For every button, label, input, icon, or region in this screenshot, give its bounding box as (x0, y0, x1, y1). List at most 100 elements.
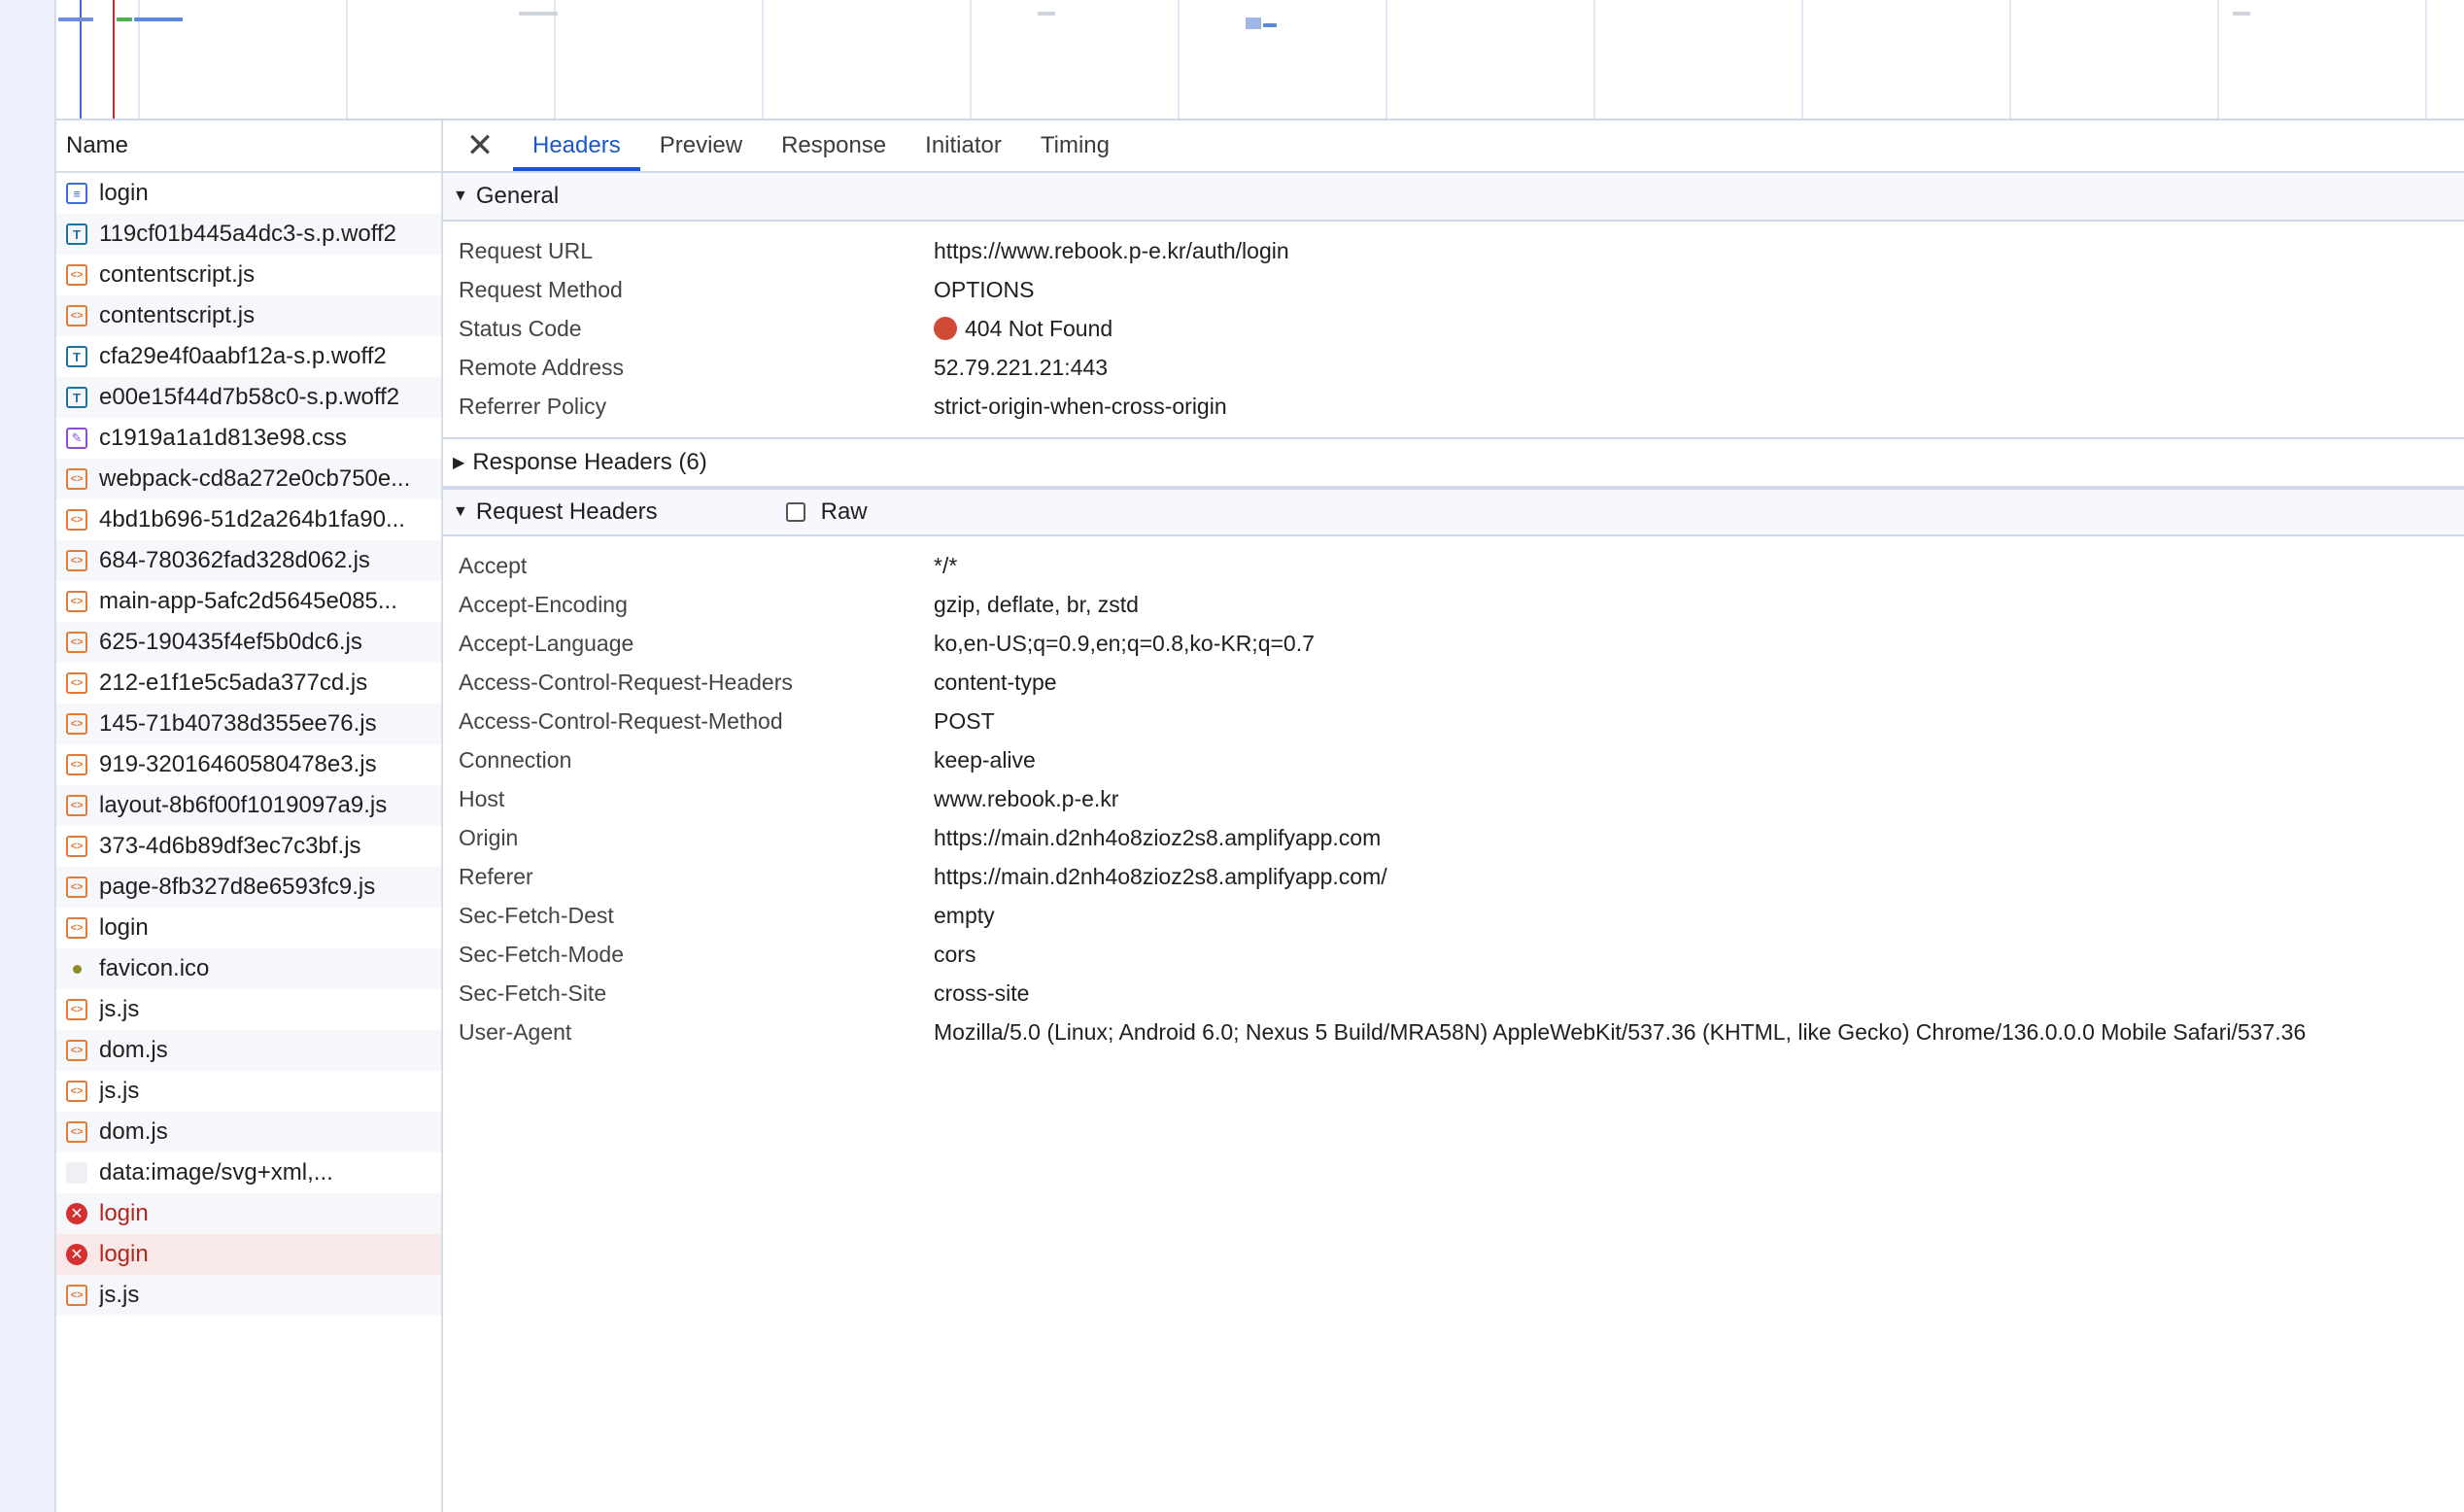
script-icon: <> (66, 713, 87, 735)
request-row[interactable]: <> main-app-5afc2d5645e085... (56, 581, 441, 622)
raw-checkbox[interactable] (785, 502, 805, 522)
header-value[interactable]: OPTIONS (934, 277, 1035, 303)
request-row[interactable]: <> contentscript.js (56, 255, 441, 295)
script-icon: <> (66, 591, 87, 612)
header-row: Access-Control-Request-Headers content-ty… (443, 663, 2464, 702)
header-value[interactable]: 52.79.221.21:443 (934, 355, 1108, 381)
request-headers-section-header[interactable]: ▼ Request Headers Raw (443, 488, 2464, 536)
header-name: Sec-Fetch-Site (459, 979, 607, 1006)
tab-timing[interactable]: Timing (1021, 120, 1129, 171)
header-name: Status Code (459, 315, 582, 341)
request-row[interactable]: <> 145-71b40738d355ee76.js (56, 704, 441, 744)
header-value[interactable]: POST (934, 708, 995, 735)
font-file-icon: T (66, 346, 87, 367)
header-value[interactable]: keep-alive (934, 747, 1036, 773)
request-row[interactable]: <> page-8fb327d8e6593fc9.js (56, 867, 441, 908)
header-value[interactable]: https://main.d2nh4o8zioz2s8.amplifyapp.c… (934, 864, 1387, 890)
request-row[interactable]: <> js.js (56, 1275, 441, 1316)
header-name: Access-Control-Request-Method (459, 707, 783, 734)
header-value[interactable]: strict-origin-when-cross-origin (934, 394, 1227, 420)
timeline-gridline (762, 0, 764, 119)
image-icon (66, 1162, 87, 1184)
request-row[interactable]: <> login (56, 908, 441, 948)
request-name: webpack-cd8a272e0cb750e... (99, 465, 411, 492)
request-row[interactable]: T 119cf01b445a4dc3-s.p.woff2 (56, 214, 441, 255)
request-name: 625-190435f4ef5b0dc6.js (99, 629, 362, 655)
request-row[interactable]: ✕ login (56, 1234, 441, 1275)
request-row[interactable]: <> js.js (56, 1071, 441, 1112)
header-value[interactable]: gzip, deflate, br, zstd (934, 592, 1139, 618)
request-row[interactable]: <> 919-32016460580478e3.js (56, 744, 441, 785)
expand-triangle-icon: ▼ (453, 188, 468, 204)
timeline-request-bar (1038, 12, 1055, 16)
script-icon: <> (66, 795, 87, 816)
close-icon[interactable]: ✕ (462, 128, 497, 163)
header-name: Host (459, 785, 505, 811)
font-file-icon: T (66, 223, 87, 245)
request-row[interactable]: <> dom.js (56, 1030, 441, 1071)
timeline-gridline (1386, 0, 1387, 119)
request-row[interactable]: <> webpack-cd8a272e0cb750e... (56, 459, 441, 499)
timeline-gridline (554, 0, 556, 119)
header-name: Referer (459, 863, 533, 889)
header-value[interactable]: content-type (934, 670, 1057, 696)
request-row[interactable]: ✎ c1919a1a1d813e98.css (56, 418, 441, 459)
header-row: Connection keep-alive (443, 740, 2464, 779)
request-name: 4bd1b696-51d2a264b1fa90... (99, 506, 405, 533)
request-row[interactable]: <> 373-4d6b89df3ec7c3bf.js (56, 826, 441, 867)
request-row[interactable]: favicon.ico (56, 948, 441, 989)
raw-toggle[interactable]: Raw (785, 498, 868, 526)
header-name: Connection (459, 746, 572, 773)
general-section-title: General (475, 183, 560, 209)
expand-triangle-icon: ▼ (453, 503, 468, 520)
script-icon: <> (66, 672, 87, 694)
header-value[interactable]: Mozilla/5.0 (Linux; Android 6.0; Nexus 5… (934, 1019, 2306, 1046)
request-row[interactable]: <> 625-190435f4ef5b0dc6.js (56, 622, 441, 663)
request-name: contentscript.js (99, 302, 256, 328)
request-name: 919-32016460580478e3.js (99, 751, 377, 777)
request-row[interactable]: <> 212-e1f1e5c5ada377cd.js (56, 663, 441, 704)
timeline-request-bar (519, 12, 558, 16)
request-row[interactable]: <> contentscript.js (56, 295, 441, 336)
response-headers-section-header[interactable]: ▶ Response Headers (6) (443, 439, 2464, 488)
request-headers-body: Accept */* Accept-Encoding gzip, deflate, b… (443, 536, 2464, 1063)
response-headers-title: Response Headers (6) (472, 449, 707, 475)
header-value[interactable]: https://www.rebook.p-e.kr/auth/login (934, 238, 1289, 264)
name-column-header[interactable]: Name (56, 120, 441, 173)
header-value[interactable]: https://main.d2nh4o8zioz2s8.amplifyapp.c… (934, 825, 1381, 851)
request-name: 119cf01b445a4dc3-s.p.woff2 (99, 221, 397, 247)
request-row[interactable]: <> 684-780362fad328d062.js (56, 540, 441, 581)
header-name: Referrer Policy (459, 393, 607, 419)
general-section-header[interactable]: ▼ General (443, 173, 2464, 222)
tab-headers[interactable]: Headers (513, 120, 640, 171)
request-row[interactable]: data:image/svg+xml,... (56, 1152, 441, 1193)
header-row: Remote Address 52.79.221.21:443 (443, 348, 2464, 387)
header-value[interactable]: www.rebook.p-e.kr (934, 786, 1118, 812)
request-row[interactable]: <> js.js (56, 989, 441, 1030)
request-row[interactable]: ✕ login (56, 1193, 441, 1234)
request-name: c1919a1a1d813e98.css (99, 425, 347, 451)
header-value[interactable]: cors (934, 942, 975, 968)
tab-preview[interactable]: Preview (640, 120, 762, 171)
request-name: cfa29e4f0aabf12a-s.p.woff2 (99, 343, 387, 369)
header-value[interactable]: empty (934, 903, 995, 929)
header-value[interactable]: ko,en-US;q=0.9,en;q=0.8,ko-KR;q=0.7 (934, 631, 1315, 657)
request-row[interactable]: Tcfa29e4f0aabf12a-s.p.woff2 (56, 336, 441, 377)
request-row[interactable]: Te00e15f44d7b58c0-s.p.woff2 (56, 377, 441, 418)
network-overview-timeline[interactable] (56, 0, 2464, 120)
request-name: main-app-5afc2d5645e085... (99, 588, 397, 614)
header-value[interactable]: */* (934, 553, 957, 579)
script-icon: <> (66, 1040, 87, 1061)
request-name: 145-71b40738d355ee76.js (99, 710, 377, 737)
request-row[interactable]: <> 4bd1b696-51d2a264b1fa90... (56, 499, 441, 540)
header-value[interactable]: 404 Not Found (934, 316, 1112, 342)
request-name-list: Name ≡ login T 119cf01b445a4dc3-s.p.woff2 <>… (56, 120, 443, 1512)
request-row[interactable]: <> dom.js (56, 1112, 441, 1152)
request-name: js.js (99, 1078, 140, 1104)
request-row[interactable]: <> layout-8b6f00f1019097a9.js (56, 785, 441, 826)
tab-initiator[interactable]: Initiator (906, 120, 1021, 171)
header-value[interactable]: cross-site (934, 980, 1029, 1007)
request-row[interactable]: ≡ login (56, 173, 441, 214)
tab-response[interactable]: Response (762, 120, 906, 171)
timeline-request-bar (58, 17, 93, 21)
